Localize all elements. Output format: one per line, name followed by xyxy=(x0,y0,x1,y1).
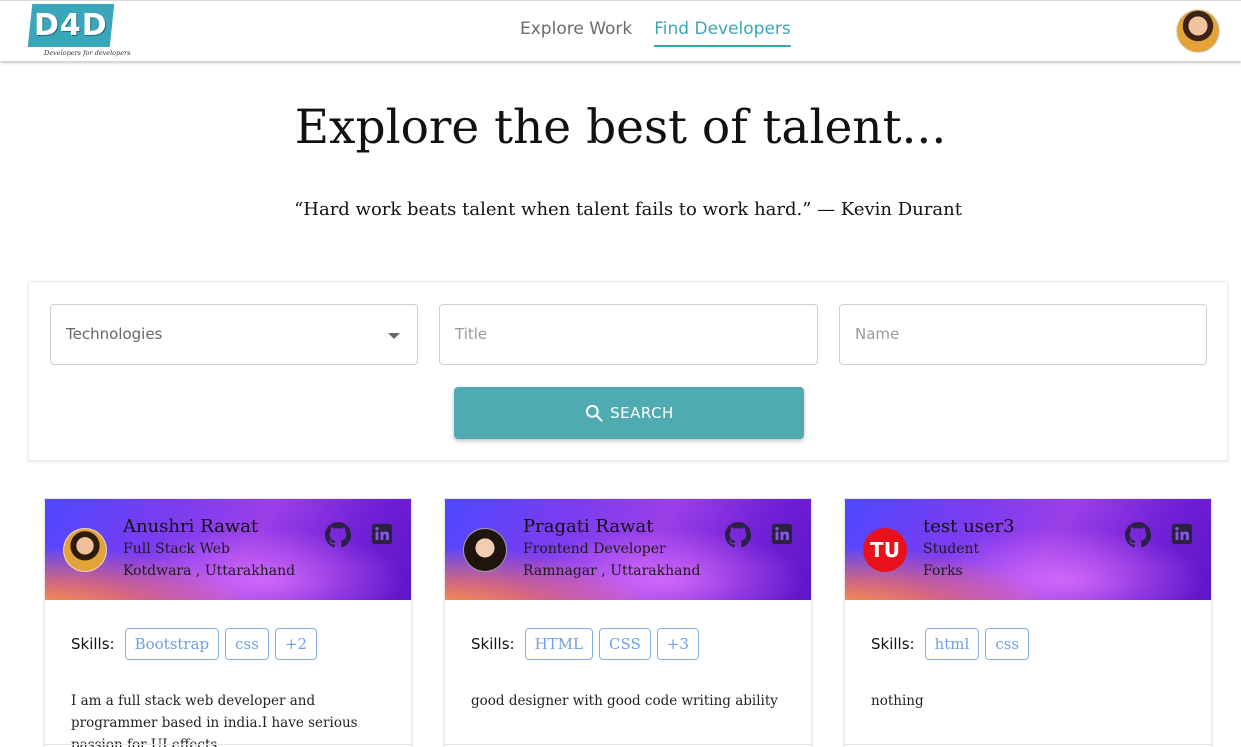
card-divider xyxy=(45,744,411,745)
developer-card[interactable]: TU test user3 Student Forks Skills: html… xyxy=(844,498,1212,747)
logo-text: D4D xyxy=(34,8,108,43)
skill-chip[interactable]: css xyxy=(985,628,1030,660)
nav-links: Explore Work Find Developers xyxy=(520,19,791,47)
skills-label: Skills: xyxy=(871,635,915,653)
developer-description: I am a full stack web developer and prog… xyxy=(71,693,358,747)
developer-name: Anushri Rawat xyxy=(123,516,259,537)
technologies-placeholder: Technologies xyxy=(66,325,163,343)
dropdown-arrow-icon xyxy=(388,333,400,339)
card-header: TU test user3 Student Forks xyxy=(845,499,1211,600)
skills-row: Skills: html css xyxy=(871,628,1030,660)
more-skills-chip[interactable]: +3 xyxy=(656,628,699,660)
nav-explore-work[interactable]: Explore Work xyxy=(520,19,632,47)
skills-row: Skills: HTML CSS +3 xyxy=(471,628,699,660)
logo-badge: D4D xyxy=(27,4,115,47)
search-icon xyxy=(586,404,603,422)
title-input[interactable]: Title xyxy=(439,304,818,365)
skills-label: Skills: xyxy=(471,635,515,653)
skill-chip[interactable]: Bootstrap xyxy=(124,628,220,660)
github-icon[interactable] xyxy=(325,522,351,548)
linkedin-icon[interactable] xyxy=(371,523,393,545)
github-icon[interactable] xyxy=(1125,522,1151,548)
developer-description: good designer with good code writing abi… xyxy=(471,693,778,709)
hero-quote: “Hard work beats talent when talent fail… xyxy=(294,199,962,220)
card-header: Anushri Rawat Full Stack Web Kotdwara , … xyxy=(45,499,411,600)
name-placeholder: Name xyxy=(855,325,900,343)
page-title: Explore the best of talent... xyxy=(294,100,947,155)
skill-chip[interactable]: css xyxy=(225,628,269,660)
user-avatar[interactable] xyxy=(1176,9,1220,53)
developer-avatar: TU xyxy=(863,528,907,572)
more-skills-chip[interactable]: +2 xyxy=(274,628,318,660)
linkedin-icon[interactable] xyxy=(1171,523,1193,545)
title-placeholder: Title xyxy=(455,325,488,343)
skills-row: Skills: Bootstrap css +2 xyxy=(71,628,318,660)
search-button[interactable]: SEARCH xyxy=(454,387,804,439)
skill-chip[interactable]: html xyxy=(924,628,980,660)
search-button-label: SEARCH xyxy=(610,404,674,422)
developer-location: Kotdwara , Uttarakhand xyxy=(123,563,296,579)
logo-tagline: Developers for developers xyxy=(44,49,131,57)
nav-find-developers[interactable]: Find Developers xyxy=(654,19,791,47)
search-panel: Technologies Title Name SEARCH xyxy=(28,281,1228,461)
developer-title: Student xyxy=(923,541,980,557)
card-divider xyxy=(845,744,1211,745)
developer-title: Full Stack Web xyxy=(123,541,230,557)
card-divider xyxy=(445,744,811,745)
developer-avatar xyxy=(63,528,107,572)
developer-description: nothing xyxy=(871,693,924,709)
developer-card[interactable]: Anushri Rawat Full Stack Web Kotdwara , … xyxy=(44,498,412,747)
developer-card[interactable]: Pragati Rawat Frontend Developer Ramnaga… xyxy=(444,498,812,747)
developer-avatar xyxy=(463,528,507,572)
developer-name: test user3 xyxy=(923,516,1015,537)
developer-location: Ramnagar , Uttarakhand xyxy=(523,563,701,579)
name-input[interactable]: Name xyxy=(839,304,1207,365)
card-header: Pragati Rawat Frontend Developer Ramnaga… xyxy=(445,499,811,600)
technologies-select[interactable]: Technologies xyxy=(50,304,418,365)
d4d-logo[interactable]: D4D Developers for developers xyxy=(27,4,131,60)
developer-title: Frontend Developer xyxy=(523,541,666,557)
developer-location: Forks xyxy=(923,563,963,579)
linkedin-icon[interactable] xyxy=(771,523,793,545)
skill-chip[interactable]: HTML xyxy=(524,628,593,660)
skill-chip[interactable]: CSS xyxy=(599,628,651,660)
top-navbar: D4D Developers for developers Explore Wo… xyxy=(0,0,1241,61)
github-icon[interactable] xyxy=(725,522,751,548)
developer-name: Pragati Rawat xyxy=(523,516,654,537)
skills-label: Skills: xyxy=(71,635,115,653)
